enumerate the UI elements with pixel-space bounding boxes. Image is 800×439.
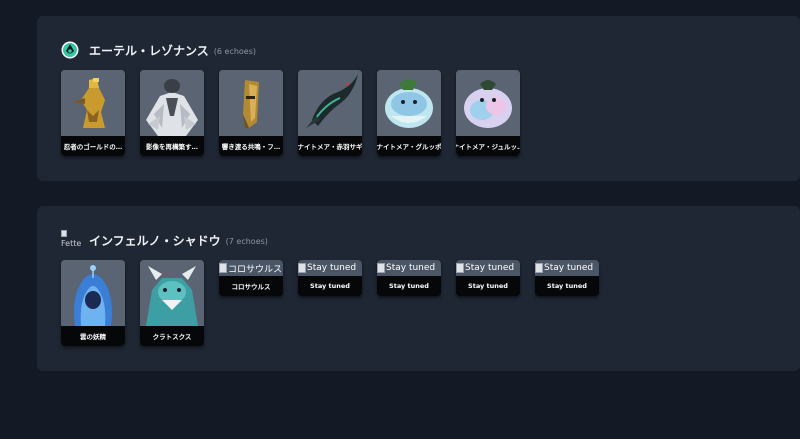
echo-card-broken[interactable]: Stay tuned Stay tuned — [377, 260, 441, 296]
echo-card[interactable]: 影像を再構築す… — [140, 70, 204, 156]
echo-card[interactable]: 雲の妖精 — [61, 260, 125, 346]
echo-card-label: 響き渡る共鳴・フ… — [219, 136, 283, 156]
broken-image: Stay tuned — [377, 260, 441, 276]
echo-card-label: Stay tuned — [535, 276, 599, 296]
section-title: エーテル・レゾナンス — [89, 43, 209, 58]
echo-card[interactable]: ナイトメア・ジュルッ… — [456, 70, 520, 156]
echo-card-label: Stay tuned — [377, 276, 441, 296]
broken-image: Stay tuned — [298, 260, 362, 276]
echo-card[interactable]: クラトスクス — [140, 260, 204, 346]
echo-card[interactable]: 響き渡る共鳴・フ… — [219, 70, 283, 156]
echo-card[interactable]: ナイトメア・赤羽サギ — [298, 70, 362, 156]
pearl-puffball-image — [456, 70, 520, 136]
echo-card-broken[interactable]: コロサウルス コロサウルス — [219, 260, 283, 296]
echo-card-label: ナイトメア・ジュルッ… — [456, 136, 520, 156]
echo-card-label: 雲の妖精 — [61, 326, 125, 346]
echo-card-list: 忍者のゴールドの… 影像を再構築す… 響き渡る共鳴・フ… ナイトメア・赤羽サギ … — [61, 70, 520, 156]
echo-card-broken[interactable]: Stay tuned Stay tuned — [298, 260, 362, 296]
echo-card[interactable]: ナイトメア・グルッポ — [377, 70, 441, 156]
golden-mask-image — [219, 70, 283, 136]
echo-card-label: ナイトメア・赤羽サギ — [298, 136, 362, 156]
echo-card-label: 忍者のゴールドの… — [61, 136, 125, 156]
echo-card-label: 影像を再構築す… — [140, 136, 204, 156]
cloud-fairy-image — [61, 260, 125, 326]
echo-count: (7 echoes) — [225, 236, 268, 246]
echo-card-label: クラトスクス — [140, 326, 204, 346]
set-icon: Fette — [61, 230, 81, 250]
section-header: エーテル・レゾナンス (6 echoes) — [61, 40, 256, 60]
golden-ninja-image — [61, 70, 125, 136]
section-header: Fette インフェルノ・シャドウ (7 echoes) — [61, 230, 268, 250]
echo-card-label: Stay tuned — [456, 276, 520, 296]
blue-puffball-image — [377, 70, 441, 136]
echo-set-section-aether: エーテル・レゾナンス (6 echoes) 忍者のゴールドの… 影像を再構築す…… — [37, 16, 800, 181]
broken-image: Stay tuned — [456, 260, 520, 276]
section-title: インフェルノ・シャドウ — [89, 233, 221, 248]
dark-heron-image — [298, 70, 362, 136]
cyan-dragon-image — [140, 260, 204, 326]
echo-card-list: 雲の妖精 クラトスクス コロサウルス コロサウルス Stay tuned Sta… — [61, 260, 599, 346]
broken-image: Stay tuned — [535, 260, 599, 276]
aether-resonance-icon — [61, 41, 79, 59]
echo-card-label: Stay tuned — [298, 276, 362, 296]
echo-card-label: ナイトメア・グルッポ — [377, 136, 441, 156]
feathered-warrior-image — [140, 70, 204, 136]
echo-set-section-inferno: Fette インフェルノ・シャドウ (7 echoes) 雲の妖精 クラトスクス… — [37, 206, 800, 371]
echo-card-broken[interactable]: Stay tuned Stay tuned — [535, 260, 599, 296]
echo-card-broken[interactable]: Stay tuned Stay tuned — [456, 260, 520, 296]
echo-count: (6 echoes) — [213, 46, 257, 56]
echo-card-label: コロサウルス — [219, 276, 283, 296]
echo-card[interactable]: 忍者のゴールドの… — [61, 70, 125, 156]
broken-image: コロサウルス — [219, 260, 283, 276]
